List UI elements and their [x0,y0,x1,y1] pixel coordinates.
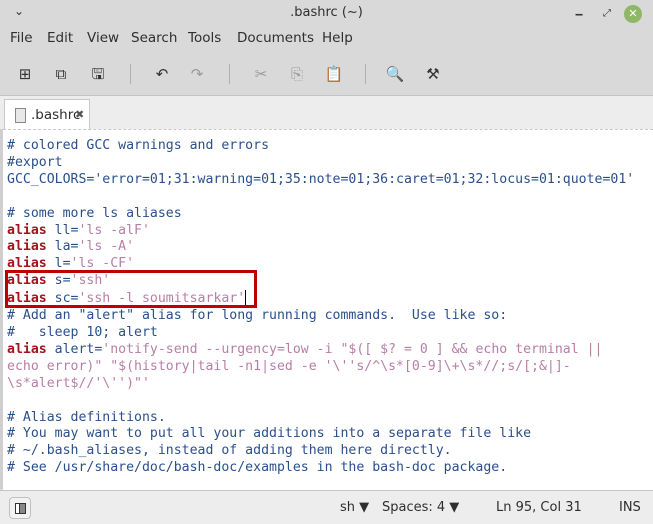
redo-icon[interactable]: ↷ [186,63,208,85]
tab-label: .bashrc [31,107,81,123]
keyword: alias [7,222,47,238]
menu-edit[interactable]: Edit [47,30,73,46]
open-document-icon[interactable]: ⧉ [50,63,72,85]
maximize-button[interactable]: ⤢ [598,5,616,23]
cursor-position: Ln 95, Col 31 [496,500,582,515]
menu-help[interactable]: Help [322,30,353,46]
code-line: \s*alert$//'\'')"' [7,376,634,393]
tab-bashrc[interactable]: .bashrc ✖ [4,99,90,131]
string-literal: 'ls -alF' [78,222,150,238]
code-line: # ~/.bash_aliases, instead of adding the… [7,443,634,460]
close-window-button[interactable]: ✕ [624,5,642,23]
toolbar-separator [229,64,230,84]
code-line: # sleep 10; alert [7,325,634,342]
menu-documents[interactable]: Documents [237,30,314,46]
comment-text: # ~/.bash_aliases, instead of adding the… [7,443,452,459]
undo-icon[interactable]: ↶ [151,63,173,85]
new-document-icon[interactable]: ⊞ [14,63,36,85]
code-line: # You may want to put all your additions… [7,426,634,443]
toolbar-separator [130,64,131,84]
keyword: alias [7,239,47,255]
code-line: # Add an "alert" alias for long running … [7,308,634,325]
menu-view[interactable]: View [87,30,119,46]
code-line: alias alert='notify-send --urgency=low -… [7,342,634,359]
toolbar-separator [365,64,366,84]
comment-text: #export [7,154,63,170]
cut-icon[interactable]: ✂ [250,63,272,85]
comment-text: # Add an "alert" alias for long running … [7,308,508,324]
comment-text: # some more ls aliases [7,205,182,221]
comment-text: GCC_COLORS='error=01;31:warning=01;35:no… [7,171,635,187]
comment-text: # See /usr/share/doc/bash-doc/examples i… [7,460,508,476]
code-line: alias la='ls -A' [7,239,634,256]
copy-icon[interactable]: ⎘ [286,63,308,85]
string-literal: echo error)" "$(history|tail -n1|sed -e … [7,358,571,374]
code-line: alias ll='ls -alF' [7,223,634,240]
code-line: # colored GCC warnings and errors [7,138,634,155]
toggle-side-panel-button[interactable] [9,497,31,519]
comment-text: # colored GCC warnings and errors [7,138,270,153]
menu-search[interactable]: Search [131,30,177,46]
comment-text: # Alias definitions. [7,409,166,425]
search-icon[interactable]: 🔍 [384,63,406,85]
side-panel-icon [15,503,26,514]
text-file-icon [15,108,26,123]
code-line: echo error)" "$(history|tail -n1|sed -e … [7,359,634,376]
window-title: .bashrc (~) [290,5,363,20]
string-literal: \s*alert$//'\'')"' [7,375,150,391]
code-line: #export [7,155,634,172]
status-bar: sh ▼ Spaces: 4 ▼ Ln 95, Col 31 INS [0,490,653,524]
insert-mode: INS [619,500,641,515]
code-line: # Alias definitions. [7,410,634,427]
indent-selector[interactable]: Spaces: 4 ▼ [382,500,459,515]
code-line: # some more ls aliases [7,206,634,223]
menu-file[interactable]: File [10,30,33,46]
language-selector[interactable]: sh ▼ [340,500,369,515]
title-bar: ⌄ .bashrc (~) ‒ ⤢ ✕ [0,0,653,27]
code-line: GCC_COLORS='error=01;31:warning=01;35:no… [7,172,634,189]
paste-icon[interactable]: 📋 [323,63,345,85]
minimize-button[interactable]: ‒ [570,5,588,23]
search-replace-icon[interactable]: ⚒ [422,63,444,85]
alias-name: ll= [46,222,79,238]
tab-bar: .bashrc ✖ [0,95,653,131]
string-literal: 'notify-send --urgency=low -i "$([ $? = … [102,341,603,357]
alias-name: la= [46,239,79,255]
keyword: alias [7,341,47,357]
close-tab-icon[interactable]: ✖ [75,108,84,121]
text-editor[interactable]: # colored GCC warnings and errors #export… [3,129,653,490]
code-line: # See /usr/share/doc/bash-doc/examples i… [7,460,634,477]
menu-bar: File Edit View Search Tools Documents He… [0,27,653,51]
string-literal: 'ls -A' [78,239,135,255]
save-icon[interactable]: 🖫 [87,63,109,85]
comment-text: # sleep 10; alert [7,324,158,340]
comment-text: # You may want to put all your additions… [7,426,532,442]
menu-tools[interactable]: Tools [188,30,221,46]
annotation-highlight-box [5,270,257,308]
toolbar: ⊞ ⧉ 🖫 ↶ ↷ ✂ ⎘ 📋 🔍 ⚒ [0,56,653,92]
alias-name: alert= [46,341,103,357]
